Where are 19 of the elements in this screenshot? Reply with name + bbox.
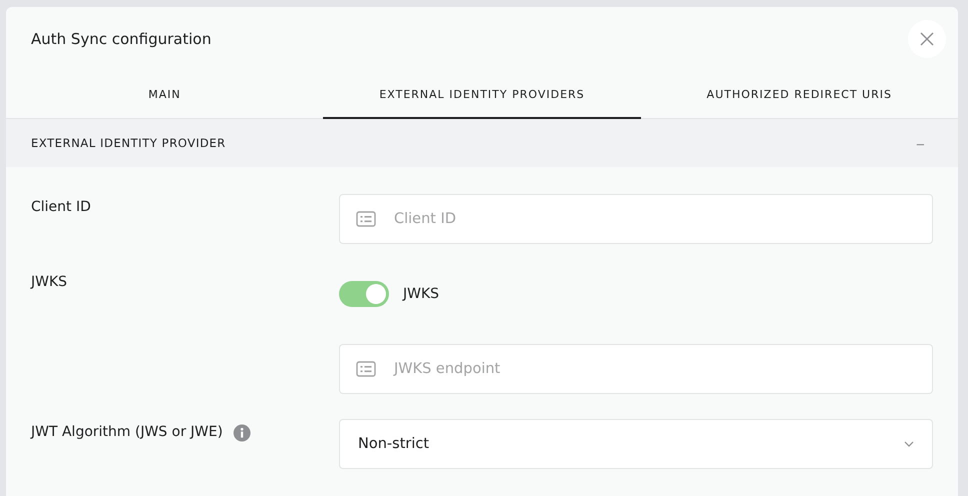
toggle-label: JWKS [403, 286, 440, 302]
placeholder-text: Client ID [394, 211, 456, 227]
toggle-switch[interactable] [339, 281, 389, 307]
id-card-icon [356, 361, 376, 377]
close-button[interactable] [908, 20, 946, 58]
select-dropdown[interactable]: Non-strict [339, 419, 933, 469]
tab[interactable]: AUTHORIZED REDIRECT URIS [640, 72, 958, 119]
close-icon [920, 32, 934, 46]
placeholder-text: JWKS endpoint [394, 361, 500, 377]
id-card-icon [356, 211, 376, 227]
dialog-title: Auth Sync configuration [31, 30, 212, 48]
chevron-down-icon [904, 441, 914, 447]
section-title: EXTERNAL IDENTITY PROVIDER [31, 136, 226, 150]
collapse-button[interactable]: – [916, 136, 924, 150]
info-icon[interactable] [232, 424, 251, 442]
field-label: JWT Algorithm (JWS or JWE) [31, 424, 223, 440]
field-label: JWKS [31, 274, 68, 290]
tab[interactable]: MAIN [6, 72, 324, 119]
field-label: Client ID [31, 199, 91, 215]
